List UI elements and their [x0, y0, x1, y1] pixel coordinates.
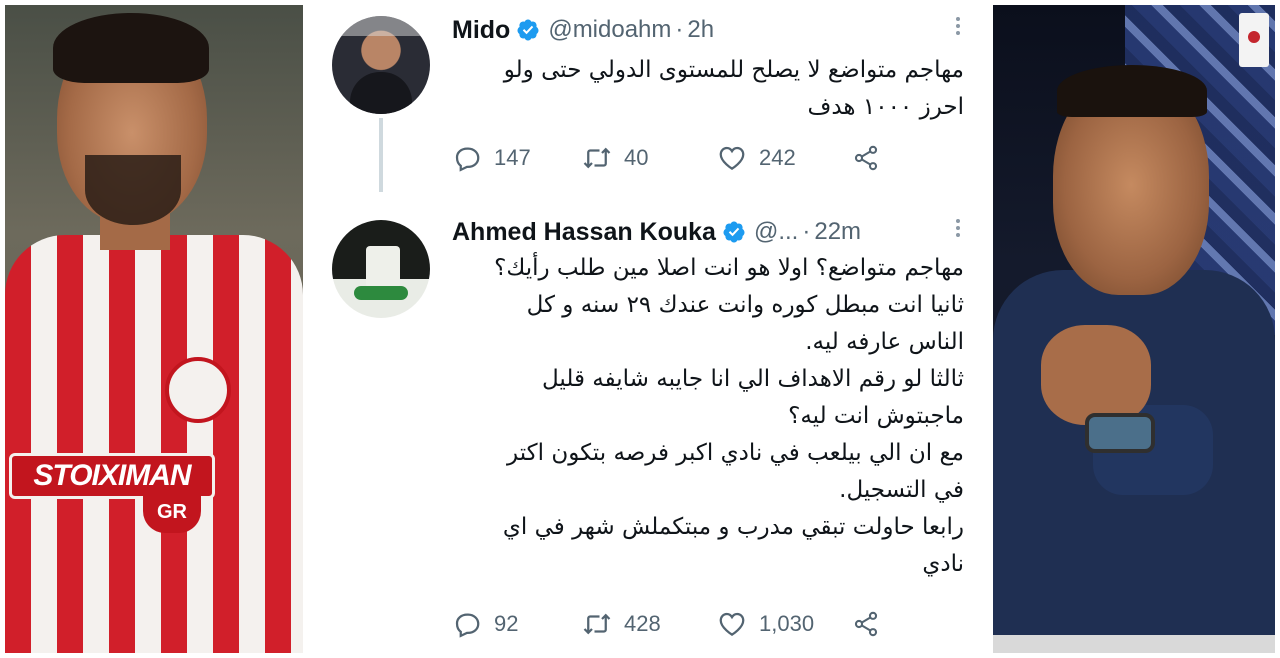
- retweet-count: 40: [624, 145, 649, 170]
- pointing-hand: [1041, 325, 1151, 425]
- tweet-time[interactable]: 22m: [814, 218, 861, 246]
- reply-count: 147: [494, 145, 531, 170]
- like-count: 1,030: [759, 611, 815, 636]
- heart-icon: [719, 612, 745, 636]
- tweet-text-line: ثانيا انت مبطل كوره وانت عندك ٢٩ سنه و ك…: [526, 292, 964, 318]
- more-options-icon[interactable]: [954, 216, 962, 242]
- reply-button[interactable]: 147: [452, 143, 582, 173]
- verified-badge-icon: [723, 221, 745, 243]
- tweet-text-line: الناس عارفه ليه.: [805, 329, 964, 355]
- right-pundit-photo: [993, 5, 1275, 653]
- separator-dot: ·: [802, 218, 811, 245]
- author-handle[interactable]: @midoahm: [548, 16, 671, 44]
- tweet-text: مهاجم متواضع؟ اولا هو انت اصلا مين طلب ر…: [452, 250, 964, 583]
- tweet-actions: 147 40 242: [452, 140, 972, 176]
- club-crest: [165, 357, 231, 423]
- thread-connector: [379, 118, 383, 192]
- tweet-header: Mido @midoahm · 2h: [452, 14, 972, 46]
- share-icon: [854, 145, 878, 171]
- share-icon: [854, 611, 878, 637]
- left-player-photo: STOIXIMAN GR: [5, 5, 303, 653]
- reply-button[interactable]: 92: [452, 609, 582, 639]
- share-button[interactable]: [852, 143, 892, 173]
- author-name[interactable]: Ahmed Hassan Kouka: [452, 218, 716, 247]
- more-options-icon[interactable]: [954, 14, 962, 40]
- like-button[interactable]: 1,030: [717, 609, 852, 639]
- tweet-text-line: مهاجم متواضع لا يصلح للمستوى الدولي حتى …: [503, 57, 964, 83]
- tweet-text-line: نادي: [922, 551, 964, 577]
- verified-badge-icon: [517, 19, 539, 41]
- heart-icon: [719, 146, 745, 170]
- author-name[interactable]: Mido: [452, 16, 510, 45]
- jersey-sponsor-sub: GR: [143, 493, 201, 533]
- tweet-actions: 92 428 1,030: [452, 606, 972, 642]
- avatar[interactable]: [332, 16, 430, 114]
- tweet-text-line: ماجبتوش انت ليه؟: [788, 403, 964, 429]
- reply-icon: [455, 613, 480, 638]
- retweet-icon: [583, 147, 611, 169]
- retweet-button[interactable]: 40: [582, 143, 717, 173]
- retweet-button[interactable]: 428: [582, 609, 717, 639]
- tweet-time[interactable]: 2h: [687, 16, 714, 44]
- separator-dot: ·: [675, 16, 684, 43]
- tweet-text-line: مع ان الي بيلعب في نادي اكبر فرصه بتكون …: [507, 440, 964, 466]
- tweet-text-line: احرز ١٠٠٠ هدف: [807, 94, 965, 120]
- wristwatch: [1085, 413, 1155, 453]
- tweet-text-line: في التسجيل.: [839, 477, 964, 503]
- retweet-icon: [583, 613, 611, 635]
- share-button[interactable]: [852, 609, 892, 639]
- like-button[interactable]: 242: [717, 143, 852, 173]
- striped-jersey: [5, 235, 303, 653]
- reply-count: 92: [494, 611, 519, 636]
- flag-emblem: [1239, 13, 1269, 67]
- tweet-text-line: مهاجم متواضع؟ اولا هو انت اصلا مين طلب ر…: [494, 255, 964, 281]
- studio-desk: [993, 635, 1275, 653]
- tweet-header: Ahmed Hassan Kouka @... · 22m: [452, 216, 972, 248]
- like-count: 242: [759, 145, 796, 170]
- tweet-text-line: رابعا حاولت تبقي مدرب و مبتكملش شهر في ا…: [502, 514, 964, 540]
- tweet-text-line: ثالثا لو رقم الاهداف الي انا جايبه شايفه…: [542, 366, 964, 392]
- author-handle[interactable]: @...: [754, 218, 798, 246]
- avatar[interactable]: [332, 220, 430, 318]
- retweet-count: 428: [624, 611, 661, 636]
- tweet-thread: Mido @midoahm · 2h مهاجم متواضع لا يصلح …: [310, 0, 990, 658]
- reply-icon: [455, 147, 480, 172]
- tweet-text: مهاجم متواضع لا يصلح للمستوى الدولي حتى …: [452, 52, 964, 126]
